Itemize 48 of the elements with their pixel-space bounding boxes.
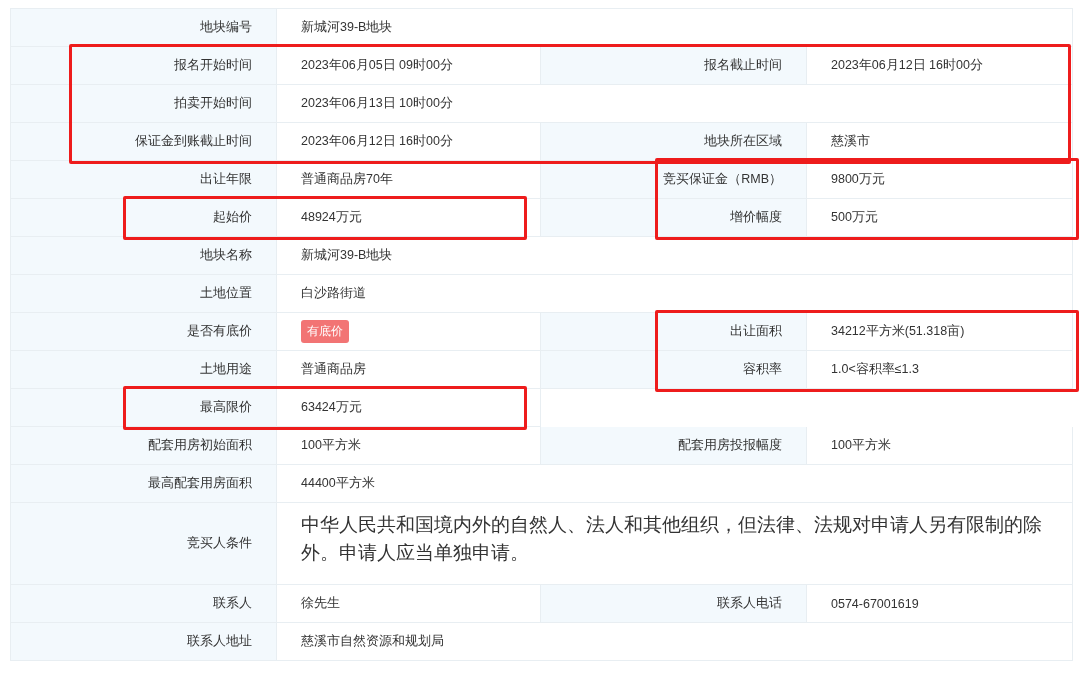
field-value: 2023年06月12日 16时00分 (301, 133, 453, 150)
field-label: 配套用房投报幅度 (678, 437, 782, 454)
field-value: 100平方米 (301, 437, 361, 454)
field-label: 保证金到账截止时间 (135, 133, 252, 150)
field-label: 容积率 (743, 361, 782, 378)
field-value: 44400平方米 (301, 475, 375, 492)
field-value: 普通商品房70年 (301, 171, 393, 188)
field-label: 地块所在区域 (704, 133, 782, 150)
field-value: 普通商品房 (301, 361, 366, 378)
field-value: 2023年06月05日 09时00分 (301, 57, 453, 74)
field-value: 63424万元 (301, 399, 362, 416)
field-value: 徐先生 (301, 595, 340, 612)
field-value: 0574-67001619 (831, 596, 919, 611)
field-value: 9800万元 (831, 171, 885, 188)
field-value: 2023年06月12日 16时00分 (831, 57, 983, 74)
field-value: 白沙路街道 (301, 285, 366, 302)
field-value: 48924万元 (301, 209, 362, 226)
reserve-price-tag: 有底价 (301, 320, 349, 343)
field-label: 联系人电话 (717, 595, 782, 612)
field-label: 拍卖开始时间 (174, 95, 252, 112)
field-label: 报名开始时间 (174, 57, 252, 74)
field-label: 竞买人条件 (187, 535, 252, 552)
field-label: 土地用途 (200, 361, 252, 378)
field-value: 慈溪市自然资源和规划局 (301, 633, 444, 650)
field-value: 100平方米 (831, 437, 891, 454)
field-value: 新城河39-B地块 (301, 19, 393, 36)
field-label: 最高限价 (200, 399, 252, 416)
field-value: 2023年06月13日 10时00分 (301, 95, 453, 112)
field-label: 联系人 (213, 595, 252, 612)
field-label: 竞买保证金（RMB） (663, 171, 782, 188)
field-label: 地块名称 (200, 247, 252, 264)
field-label: 出让年限 (200, 171, 252, 188)
field-label: 配套用房初始面积 (148, 437, 252, 454)
field-label: 最高配套用房面积 (148, 475, 252, 492)
field-label: 报名截止时间 (704, 57, 782, 74)
field-label: 地块编号 (200, 19, 252, 36)
field-label: 起始价 (213, 209, 252, 226)
field-label: 增价幅度 (730, 209, 782, 226)
field-value: 1.0<容积率≤1.3 (831, 361, 919, 378)
field-label: 联系人地址 (187, 633, 252, 650)
field-label: 出让面积 (730, 323, 782, 340)
field-value: 500万元 (831, 209, 878, 226)
field-value: 慈溪市 (831, 133, 870, 150)
field-value: 34212平方米(51.318亩) (831, 323, 965, 340)
field-label: 是否有底价 (187, 323, 252, 340)
field-value: 中华人民共和国境内外的自然人、法人和其他组织，但法律、法规对申请人另有限制的除外。申请人应当单独申请。 (301, 512, 1043, 565)
field-label: 土地位置 (200, 285, 252, 302)
field-value: 新城河39-B地块 (301, 247, 393, 264)
